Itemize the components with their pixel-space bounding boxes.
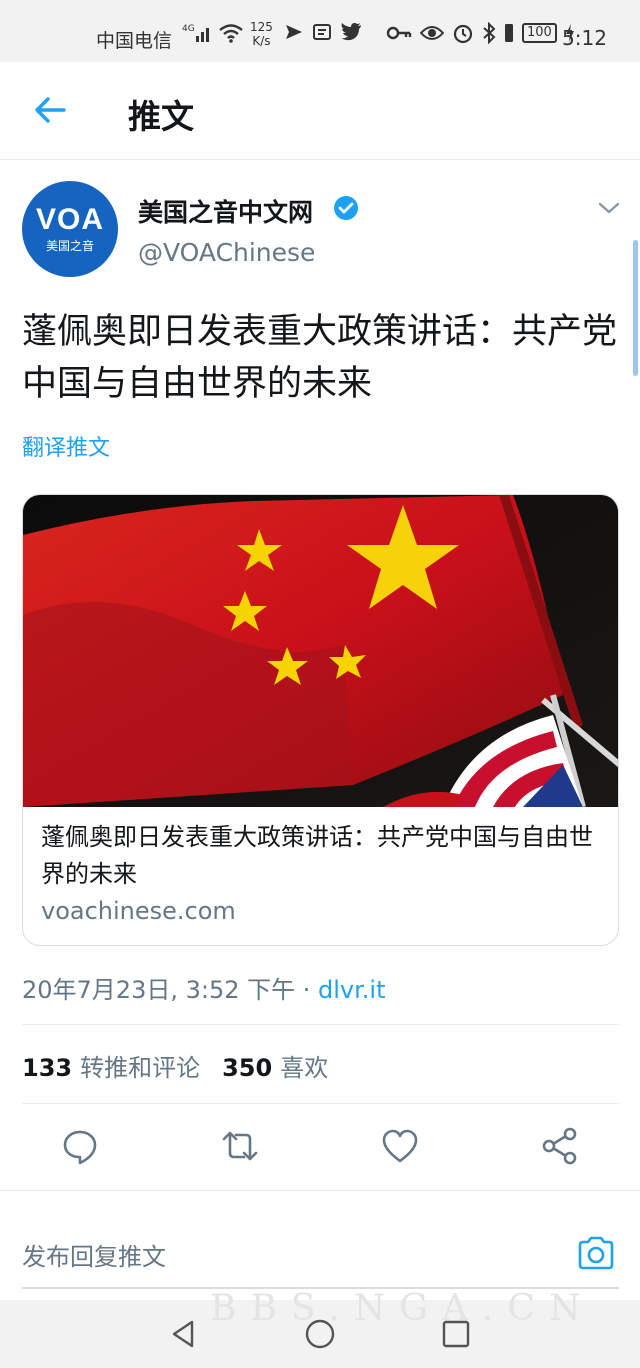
avatar[interactable]: VOA 美国之音 xyxy=(22,181,118,277)
avatar-sub-text: 美国之音 xyxy=(45,238,94,253)
app-notification-icon xyxy=(313,24,331,40)
heart-icon[interactable] xyxy=(380,1126,420,1166)
tweet-stats: 133 转推和评论 350 喜欢 xyxy=(22,1048,328,1083)
status-bar: 中国电信 4G 125 K/s 100 5:12 xyxy=(0,0,640,62)
divider xyxy=(22,1024,619,1025)
chevron-down-icon[interactable] xyxy=(596,198,622,218)
speed-unit: K/s xyxy=(252,34,271,48)
source-link[interactable]: dlvr.it xyxy=(318,976,385,1004)
vibrate-icon xyxy=(505,24,513,42)
send-icon xyxy=(286,25,302,39)
likes-label: 喜欢 xyxy=(280,1054,329,1082)
reply-input[interactable]: 发布回复推文 xyxy=(22,1237,166,1272)
retweets-stat[interactable]: 133 转推和评论 xyxy=(22,1048,200,1083)
key-icon xyxy=(386,26,412,40)
timestamp-text: 20年7月23日, 3:52 下午 · xyxy=(22,976,319,1004)
author-display-name[interactable]: 美国之音中文网 xyxy=(138,193,313,229)
network-icons: 4G xyxy=(182,22,244,44)
battery-indicator: 100 xyxy=(522,23,557,43)
card-title: 蓬佩奥即日发表重大政策讲话：共产党中国与自由世界的未来 xyxy=(41,823,593,888)
divider xyxy=(22,1103,619,1104)
status-time: 5:12 xyxy=(562,26,607,50)
likes-stat[interactable]: 350 喜欢 xyxy=(222,1048,328,1083)
likes-count: 350 xyxy=(222,1054,273,1082)
eye-icon xyxy=(420,26,444,40)
notification-icons xyxy=(284,22,362,42)
tweet-action-bar xyxy=(0,1120,640,1174)
avatar-logo-text: VOA xyxy=(35,202,104,236)
scrollbar[interactable] xyxy=(633,240,638,376)
share-icon[interactable] xyxy=(540,1126,580,1166)
card-image xyxy=(23,495,618,807)
twitter-bird-icon xyxy=(341,23,361,41)
wifi-icon xyxy=(219,24,243,43)
comment-icon[interactable] xyxy=(60,1126,100,1166)
tweet-text: 蓬佩奥即日发表重大政策讲话：共产党中国与自由世界的未来 xyxy=(22,312,618,404)
page-title: 推文 xyxy=(128,97,194,136)
nav-back-icon[interactable] xyxy=(168,1318,200,1350)
author-handle[interactable]: @VOAChinese xyxy=(138,238,315,267)
reply-bar: 发布回复推文 xyxy=(0,1190,640,1300)
speed-value: 125 xyxy=(250,20,273,34)
alarm-icon xyxy=(453,24,473,44)
watermark-text: BBS.NGA.CN xyxy=(210,1288,595,1329)
network-type-label: 4G xyxy=(182,24,195,34)
signal-icon: 4G xyxy=(182,24,209,42)
system-icons: 100 xyxy=(386,22,575,44)
top-app-bar: 推文 xyxy=(0,62,640,160)
retweets-count: 133 xyxy=(22,1054,73,1082)
card-domain: voachinese.com xyxy=(41,897,236,925)
bluetooth-icon xyxy=(483,22,496,44)
verified-badge-icon xyxy=(334,196,358,220)
translate-tweet-link[interactable]: 翻译推文 xyxy=(22,430,110,462)
arrow-left-icon[interactable] xyxy=(30,90,70,130)
tweet-timestamp: 20年7月23日, 3:52 下午 · dlvr.it xyxy=(22,970,386,1005)
retweets-label: 转推和评论 xyxy=(80,1054,201,1082)
camera-icon[interactable] xyxy=(576,1235,616,1271)
link-card[interactable]: 蓬佩奥即日发表重大政策讲话：共产党中国与自由世界的未来 voachinese.c… xyxy=(22,494,619,946)
retweet-icon[interactable] xyxy=(220,1126,260,1166)
carrier-label: 中国电信 xyxy=(96,30,173,52)
network-speed: 125 K/s xyxy=(250,20,273,48)
